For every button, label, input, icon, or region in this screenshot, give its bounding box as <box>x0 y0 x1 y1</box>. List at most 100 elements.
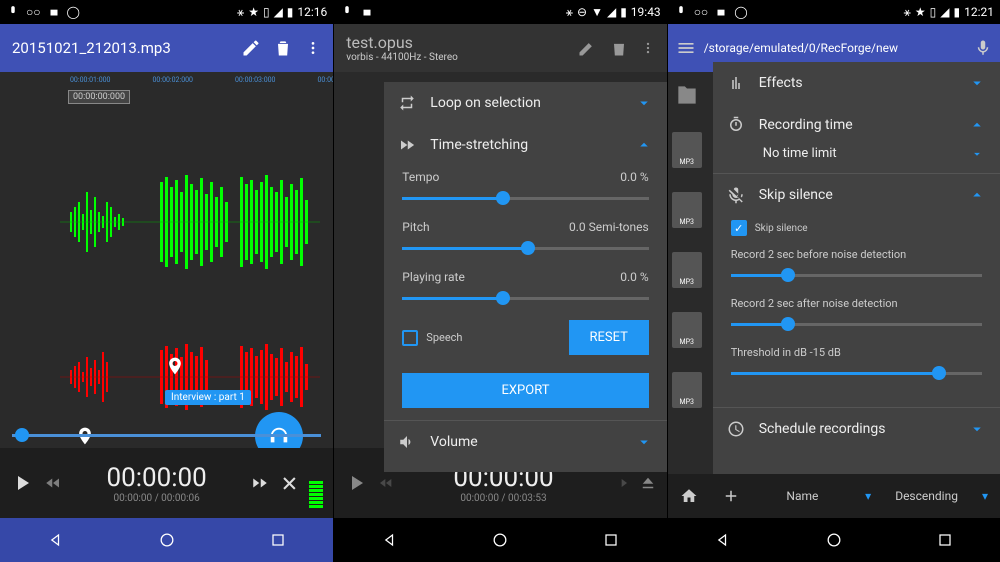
star-icon: ★ <box>248 5 259 19</box>
battery-icon: ▮ <box>953 5 960 19</box>
play-button[interactable] <box>10 471 34 495</box>
nav-recent-icon[interactable] <box>601 530 621 550</box>
tempo-slider[interactable] <box>402 188 648 208</box>
file-icon[interactable]: MP3 <box>672 252 702 288</box>
nav-recent-icon[interactable] <box>935 530 955 550</box>
export-button[interactable]: EXPORT <box>402 373 648 408</box>
android-icon <box>714 5 728 19</box>
settings-panel: Effects Recording time No time limit Ski… <box>713 62 1000 502</box>
effects-panel: Loop on selection Time-stretching Tempo0… <box>384 82 666 472</box>
eject-button[interactable] <box>639 474 657 492</box>
android-icon <box>47 5 61 19</box>
timestretch-row[interactable]: Time-stretching <box>384 124 666 166</box>
nav-back-icon[interactable] <box>380 530 400 550</box>
mic-icon <box>340 5 354 19</box>
pitch-label: Pitch <box>402 220 569 234</box>
mic-toolbar-icon[interactable] <box>974 39 992 57</box>
circle-icon: ◯ <box>734 5 747 19</box>
reset-button[interactable]: RESET <box>569 320 649 355</box>
nav-home-icon[interactable] <box>490 530 510 550</box>
sort-dir-chevron: ▾ <box>865 489 871 503</box>
clock-text: 12:16 <box>297 5 327 19</box>
toolbar: 20151021_212013.mp3 <box>0 24 333 72</box>
status-bar: ○○ ◯ ⚹ ★ ▯ ◢ ▮ 12:16 <box>0 0 333 24</box>
loop-icon <box>398 94 416 112</box>
marker-label-1[interactable]: Interview : part 1 <box>165 390 251 405</box>
circle-icon: ◯ <box>67 5 80 19</box>
signal-icon: ◢ <box>607 5 616 19</box>
marker-pin-1[interactable] <box>165 352 185 380</box>
speech-label: Speech <box>426 331 462 344</box>
file-icon[interactable]: MP3 <box>672 372 702 408</box>
mic-icon <box>674 5 688 19</box>
schedule-row[interactable]: Schedule recordings <box>713 407 1000 450</box>
screen-3-settings: ○○ ◯ ⚹ ★ ▯ ◢ ▮ 12:21 /storage/emulated/0… <box>667 0 1000 562</box>
threshold-slider[interactable] <box>731 363 982 383</box>
skip-silence-row[interactable]: Skip silence <box>713 173 1000 216</box>
volume-row[interactable]: Volume <box>384 420 666 463</box>
loop-section-row[interactable]: Loop on selection <box>384 82 666 124</box>
delete-icon[interactable] <box>609 38 629 58</box>
fastforward-icon <box>398 136 416 154</box>
sort-direction[interactable]: Descending <box>895 489 958 503</box>
rewind-button[interactable] <box>44 474 62 492</box>
folder-icon[interactable] <box>672 82 702 108</box>
signal-icon: ◢ <box>940 5 949 19</box>
threshold-label: Threshold in dB -15 dB <box>731 346 982 359</box>
time-limit-dropdown[interactable]: No time limit <box>763 146 984 161</box>
bluetooth-icon: ⚹ <box>904 5 911 20</box>
android-nav-bar <box>0 518 333 562</box>
file-icon[interactable]: MP3 <box>672 192 702 228</box>
menu-icon[interactable] <box>676 38 696 58</box>
nav-home-icon[interactable] <box>824 530 844 550</box>
rewind-button[interactable] <box>378 475 394 491</box>
file-icon[interactable]: MP3 <box>672 132 702 168</box>
more-icon[interactable] <box>305 38 321 58</box>
nav-back-icon[interactable] <box>713 530 733 550</box>
play-button[interactable] <box>344 471 368 495</box>
effects-row[interactable]: Effects <box>713 62 1000 104</box>
seek-bar[interactable] <box>0 430 333 440</box>
edit-icon[interactable] <box>577 38 597 58</box>
close-button[interactable] <box>279 473 299 493</box>
before-noise-slider[interactable] <box>731 265 982 285</box>
after-noise-slider[interactable] <box>731 314 982 334</box>
forward-button[interactable] <box>251 474 269 492</box>
delete-icon[interactable] <box>273 38 293 58</box>
list-toolbar: Name ▾ Descending ▾ <box>668 474 1000 518</box>
waveform-canvas[interactable]: 00:00:01:00000:00:02:00000:00:03:00000:0… <box>0 72 333 422</box>
edit-icon[interactable] <box>241 38 261 58</box>
path-breadcrumb[interactable]: /storage/emulated/0/RecForge/new <box>704 41 966 55</box>
add-icon[interactable] <box>722 487 740 505</box>
forward-button[interactable] <box>613 475 629 491</box>
voicemail-icon: ○○ <box>26 5 41 19</box>
level-meter <box>309 458 323 508</box>
mic-off-icon <box>727 186 745 204</box>
sort-field[interactable]: Name <box>764 489 841 503</box>
star-icon: ★ <box>915 5 926 19</box>
time-ruler: 00:00:01:00000:00:02:00000:00:03:00000:0… <box>0 72 333 88</box>
skip-silence-checkbox[interactable] <box>731 220 747 236</box>
home-icon[interactable] <box>680 487 698 505</box>
chevron-down-icon <box>968 74 986 92</box>
pitch-value: 0.0 Semi-tones <box>569 220 649 234</box>
selection-marker[interactable]: 00:00:00:000 <box>68 90 130 104</box>
timer-icon <box>727 116 745 134</box>
more-icon[interactable] <box>641 38 655 58</box>
chevron-down-icon <box>635 94 653 112</box>
nav-home-icon[interactable] <box>157 530 177 550</box>
nav-back-icon[interactable] <box>46 530 66 550</box>
recording-time-row[interactable]: Recording time <box>713 104 1000 146</box>
speech-checkbox[interactable] <box>402 330 418 346</box>
vibrate-icon: ▯ <box>263 5 270 19</box>
pitch-slider[interactable] <box>402 238 648 258</box>
nav-recent-icon[interactable] <box>268 530 288 550</box>
clock-icon <box>727 420 745 438</box>
file-icon[interactable]: MP3 <box>672 312 702 348</box>
screen-1-editor: ○○ ◯ ⚹ ★ ▯ ◢ ▮ 12:16 20151021_212013.mp3… <box>0 0 333 562</box>
rate-slider[interactable] <box>402 288 648 308</box>
chevron-up-icon <box>635 136 653 154</box>
sort-dir-chevron2: ▾ <box>982 489 988 503</box>
status-bar: ○○ ◯ ⚹ ★ ▯ ◢ ▮ 12:21 <box>668 0 1000 24</box>
file-info: vorbis - 44100Hz - Stereo <box>346 52 564 63</box>
